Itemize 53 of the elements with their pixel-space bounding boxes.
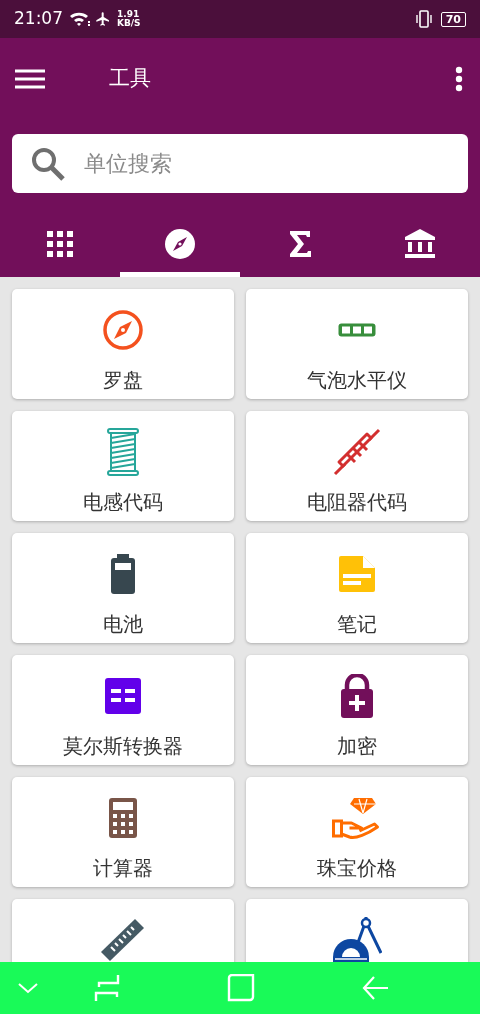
tool-card[interactable]: 莫尔斯转换器 bbox=[12, 655, 234, 765]
compass-icon bbox=[103, 310, 143, 350]
status-time: 21:07 bbox=[14, 7, 63, 31]
sigma-icon bbox=[289, 230, 311, 257]
padlock-icon bbox=[340, 674, 374, 718]
network-speed-unit: KB/S bbox=[117, 19, 141, 28]
menu-button[interactable] bbox=[15, 67, 45, 91]
tool-card[interactable]: 笔记 bbox=[246, 533, 468, 643]
tool-label: 计算器 bbox=[93, 855, 153, 882]
hand-with-gem-icon bbox=[332, 796, 382, 840]
bank-icon bbox=[405, 228, 435, 259]
tool-card[interactable]: 珠宝价格 bbox=[246, 777, 468, 887]
airplane-icon bbox=[95, 11, 111, 27]
battery-icon bbox=[110, 554, 136, 594]
tool-label: 电池 bbox=[103, 611, 143, 638]
tool-card[interactable]: 计算器 bbox=[12, 777, 234, 887]
more-options-button[interactable] bbox=[453, 66, 465, 92]
bubble-level-icon bbox=[337, 322, 377, 338]
tool-label: 珠宝价格 bbox=[317, 855, 397, 882]
ruler-icon bbox=[101, 919, 145, 961]
note-icon bbox=[338, 555, 376, 593]
compass-icon bbox=[165, 228, 195, 259]
calculator-icon bbox=[108, 797, 138, 839]
protractor-compass-icon bbox=[332, 917, 382, 962]
search-icon bbox=[30, 146, 66, 182]
wifi-icon bbox=[69, 11, 91, 27]
tool-label: 笔记 bbox=[337, 611, 377, 638]
coil-icon bbox=[107, 428, 139, 476]
tool-card[interactable]: 加密 bbox=[246, 655, 468, 765]
morse-code-icon bbox=[104, 677, 142, 715]
tool-label: 电感代码 bbox=[83, 489, 163, 516]
tool-card[interactable]: 气泡水平仪 bbox=[246, 289, 468, 399]
tool-label: 气泡水平仪 bbox=[307, 367, 407, 394]
battery-indicator: 70 bbox=[440, 11, 466, 27]
grid-icon bbox=[47, 230, 73, 257]
chevron-down-icon bbox=[17, 982, 39, 994]
vibrate-icon bbox=[414, 9, 433, 29]
search-field[interactable]: 单位搜索 bbox=[12, 134, 468, 193]
back-arrow-icon bbox=[362, 976, 388, 1000]
recent-apps-icon bbox=[94, 973, 120, 1003]
home-icon bbox=[227, 974, 255, 1002]
menu-icon bbox=[15, 68, 45, 90]
tool-card[interactable]: 电阻器代码 bbox=[246, 411, 468, 521]
tool-card[interactable]: 罗盘 bbox=[12, 289, 234, 399]
network-speed: 1.91 bbox=[117, 10, 141, 19]
app-title: 工具 bbox=[109, 65, 151, 93]
tool-label: 罗盘 bbox=[103, 367, 143, 394]
tool-label: 加密 bbox=[337, 733, 377, 760]
more-options-icon bbox=[455, 66, 463, 92]
tool-card[interactable]: 电池 bbox=[12, 533, 234, 643]
tool-card[interactable]: 电感代码 bbox=[12, 411, 234, 521]
tool-label: 电阻器代码 bbox=[307, 489, 407, 516]
tool-label: 莫尔斯转换器 bbox=[63, 733, 183, 760]
